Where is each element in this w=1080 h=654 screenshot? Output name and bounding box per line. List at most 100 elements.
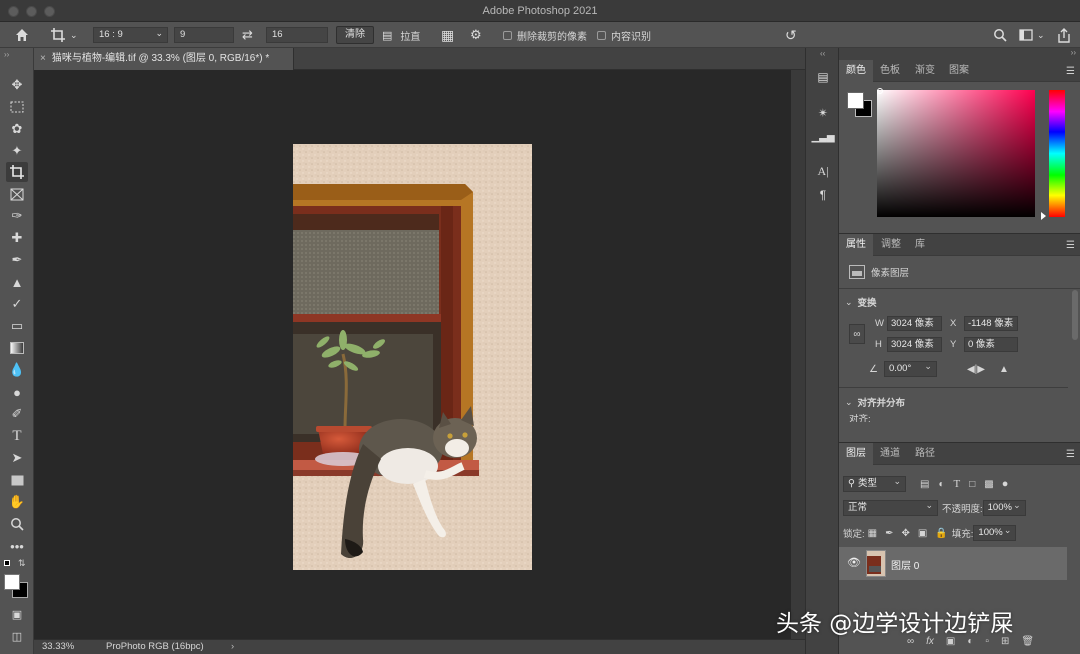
color-field[interactable] xyxy=(877,90,1035,217)
panel-menu-icon[interactable]: ☰ xyxy=(1066,240,1075,251)
tab-color[interactable]: 颜色 xyxy=(839,60,873,82)
ratio-select[interactable]: 16 : 9 ⌄ xyxy=(93,27,168,43)
history-brush-tool-icon[interactable]: ✓ xyxy=(6,294,28,314)
align-section-header[interactable]: ⌄ 对齐并分布 xyxy=(845,395,905,410)
screen-mode-icon[interactable]: ◫ xyxy=(6,626,28,646)
home-icon[interactable] xyxy=(14,26,30,44)
collapse-icon[interactable]: ›› xyxy=(1071,48,1076,57)
quick-mask-icon[interactable]: ▣ xyxy=(6,604,28,624)
frame-tool-icon[interactable] xyxy=(6,184,28,204)
marquee-tool-icon[interactable] xyxy=(6,97,28,117)
status-chevron-icon[interactable]: › xyxy=(231,640,234,654)
tab-channels[interactable]: 通道 xyxy=(873,443,907,465)
layer-filter-select[interactable]: ⚲ 类型 xyxy=(843,474,906,492)
crop-tool-icon[interactable] xyxy=(6,162,28,182)
filter-adjustment-icon[interactable]: ◐ xyxy=(938,479,944,490)
foreground-color-swatch[interactable] xyxy=(4,574,20,590)
tab-properties[interactable]: 属性 xyxy=(839,234,873,256)
tab-gradients[interactable]: 渐变 xyxy=(908,60,942,82)
width-input[interactable]: 9 xyxy=(174,27,234,43)
filter-toggle-icon[interactable]: ● xyxy=(1002,478,1009,490)
flip-horizontal-icon[interactable]: ◀|▶ xyxy=(967,364,985,375)
stamp-tool-icon[interactable]: ▲ xyxy=(6,272,28,292)
collapse-icon[interactable]: ‹‹ xyxy=(820,49,825,58)
tab-swatches[interactable]: 色板 xyxy=(873,60,907,82)
lock-artboard-icon[interactable]: ▣ xyxy=(918,528,927,539)
history-icon[interactable]: ▤ xyxy=(812,68,834,86)
hand-tool-icon[interactable]: ✋ xyxy=(6,492,28,512)
delete-cropped-checkbox[interactable]: 删除裁剪的像素 xyxy=(503,26,587,44)
x-field[interactable]: -1148 像素 xyxy=(964,316,1018,331)
color-profile[interactable]: ProPhoto RGB (16bpc) xyxy=(106,640,204,654)
gear-icon[interactable]: ⚙ xyxy=(470,26,482,44)
panel-menu-icon[interactable]: ☰ xyxy=(1066,449,1075,460)
crop-tool-preset-icon[interactable]: ⌄ xyxy=(50,26,78,44)
filter-shape-icon[interactable]: □ xyxy=(969,479,975,490)
gradient-tool-icon[interactable] xyxy=(6,338,28,358)
panel-menu-icon[interactable]: ☰ xyxy=(1066,66,1075,77)
straighten-button[interactable]: ▤ 拉直 xyxy=(382,26,420,44)
lock-pixels-icon[interactable]: ✒ xyxy=(885,528,893,539)
y-field[interactable]: 0 像素 xyxy=(964,337,1018,352)
lock-all-icon[interactable]: 🔒 xyxy=(935,528,947,539)
healing-brush-tool-icon[interactable]: ✚ xyxy=(6,228,28,248)
magic-wand-tool-icon[interactable]: ✦ xyxy=(6,141,28,161)
hue-slider[interactable] xyxy=(1049,90,1065,217)
clear-button[interactable]: 清除 xyxy=(336,26,374,44)
transform-section-header[interactable]: ⌄ 变换 xyxy=(845,295,877,310)
more-tools-icon[interactable]: ••• xyxy=(6,536,28,556)
brush-tool-icon[interactable]: ✒ xyxy=(6,250,28,270)
eraser-tool-icon[interactable]: ▭ xyxy=(6,316,28,336)
content-aware-checkbox[interactable]: 内容识别 xyxy=(597,26,651,44)
foreground-swatch[interactable] xyxy=(847,92,864,109)
tab-libraries[interactable]: 库 xyxy=(908,234,932,256)
pen-tool-icon[interactable]: ✐ xyxy=(6,404,28,424)
paragraph-icon[interactable]: ¶ xyxy=(812,186,834,204)
vertical-scrollbar[interactable] xyxy=(791,70,805,639)
share-icon[interactable] xyxy=(1057,26,1071,44)
navigator-icon[interactable]: ✴ xyxy=(812,104,834,122)
blur-tool-icon[interactable]: 💧 xyxy=(6,360,28,380)
close-tab-icon[interactable]: × xyxy=(40,53,46,64)
zoom-level[interactable]: 33.33% xyxy=(42,640,74,654)
overlay-grid-icon[interactable]: ▦ xyxy=(441,26,454,44)
rectangle-tool-icon[interactable] xyxy=(6,470,28,490)
default-colors-icon[interactable]: ⇅ xyxy=(4,558,30,572)
height-field[interactable]: 3024 像素 xyxy=(887,337,942,352)
move-tool-icon[interactable]: ✥ xyxy=(6,75,28,95)
tab-patterns[interactable]: 图案 xyxy=(942,60,976,82)
lock-transparent-icon[interactable]: ▦ xyxy=(868,528,877,539)
search-icon[interactable] xyxy=(993,26,1007,44)
layer-row[interactable]: 👁 图层 0 xyxy=(839,547,1067,580)
blend-mode-select[interactable]: 正常 xyxy=(843,498,938,516)
histogram-icon[interactable]: ▁▃▅ xyxy=(811,128,834,146)
filter-smart-object-icon[interactable]: ▩ xyxy=(984,479,993,490)
hue-slider-handle[interactable] xyxy=(1041,212,1046,220)
eyedropper-tool-icon[interactable]: ✑ xyxy=(6,206,28,226)
fg-bg-swatches[interactable] xyxy=(847,92,873,118)
type-tool-icon[interactable]: T xyxy=(6,426,28,446)
opacity-field[interactable]: 100% xyxy=(982,498,1026,516)
zoom-tool-icon[interactable] xyxy=(6,514,28,534)
tab-adjustments[interactable]: 调整 xyxy=(874,234,908,256)
lasso-tool-icon[interactable]: ✿ xyxy=(6,119,28,139)
eye-icon[interactable]: 👁 xyxy=(847,556,861,569)
swap-icon[interactable]: ⇄ xyxy=(242,26,253,44)
tab-layers[interactable]: 图层 xyxy=(839,443,873,465)
layer-name[interactable]: 图层 0 xyxy=(891,557,919,572)
reset-icon[interactable]: ↺ xyxy=(785,26,797,44)
fill-field[interactable]: 100% xyxy=(973,523,1017,541)
color-picker-ring[interactable] xyxy=(877,88,883,94)
tab-paths[interactable]: 路径 xyxy=(908,443,942,465)
filter-pixel-icon[interactable]: ▤ xyxy=(920,479,929,490)
width-field[interactable]: 3024 像素 xyxy=(887,316,942,331)
lock-position-icon[interactable]: ✥ xyxy=(901,528,909,539)
filter-type-icon[interactable]: T xyxy=(954,478,961,490)
character-icon[interactable]: A| xyxy=(812,162,834,180)
link-icon[interactable]: ∞ xyxy=(849,324,865,344)
properties-scrollbar[interactable] xyxy=(1072,290,1078,340)
height-input[interactable]: 16 xyxy=(266,27,328,43)
path-selection-tool-icon[interactable]: ➤ xyxy=(6,448,28,468)
document-tab[interactable]: × 猫咪与植物-编辑.tif @ 33.3% (图层 0, RGB/16*) * xyxy=(34,48,294,70)
workspace-icon[interactable]: ⌄ xyxy=(1019,26,1045,44)
